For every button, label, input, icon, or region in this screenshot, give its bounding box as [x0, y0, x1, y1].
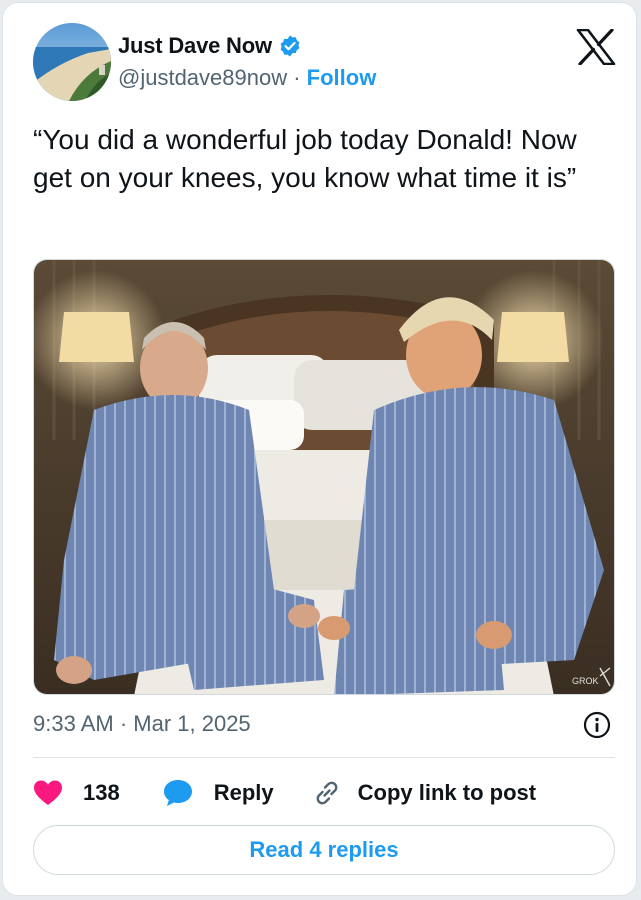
- read-replies-button[interactable]: Read 4 replies: [33, 825, 615, 875]
- link-icon: [312, 778, 342, 808]
- follow-link[interactable]: Follow: [307, 65, 377, 90]
- reply-label: Reply: [213, 780, 274, 805]
- reply-button[interactable]: Reply: [162, 778, 274, 808]
- grok-watermark: GROK: [572, 676, 599, 686]
- handle-separator: ·: [287, 65, 307, 90]
- copy-link-label: Copy link to post: [357, 780, 537, 805]
- tweet-actions: 138 Reply Copy link to post: [33, 773, 536, 813]
- author-handle[interactable]: @justdave89now: [118, 65, 287, 90]
- author-handle-row: @justdave89now · Follow: [118, 65, 376, 91]
- info-icon[interactable]: [583, 711, 611, 739]
- tweet-media-image[interactable]: GROK: [33, 259, 615, 695]
- tweet-timestamp[interactable]: 9:33 AM · Mar 1, 2025: [33, 711, 251, 737]
- x-logo-icon[interactable]: [576, 28, 616, 66]
- divider: [33, 757, 615, 758]
- author-avatar[interactable]: [33, 23, 111, 101]
- copy-link-button[interactable]: Copy link to post: [312, 778, 536, 808]
- heart-icon: [33, 779, 63, 807]
- verified-badge-icon: [278, 34, 302, 58]
- tweet-card: Just Dave Now @justdave89now · Follow “Y…: [2, 2, 637, 896]
- like-count: 138: [83, 780, 120, 805]
- reply-bubble-icon: [162, 778, 194, 808]
- author-display-name[interactable]: Just Dave Now: [118, 33, 272, 59]
- tweet-text: “You did a wonderful job today Donald! N…: [33, 124, 577, 193]
- author-name-row: Just Dave Now: [118, 33, 302, 59]
- like-button[interactable]: 138: [33, 779, 120, 807]
